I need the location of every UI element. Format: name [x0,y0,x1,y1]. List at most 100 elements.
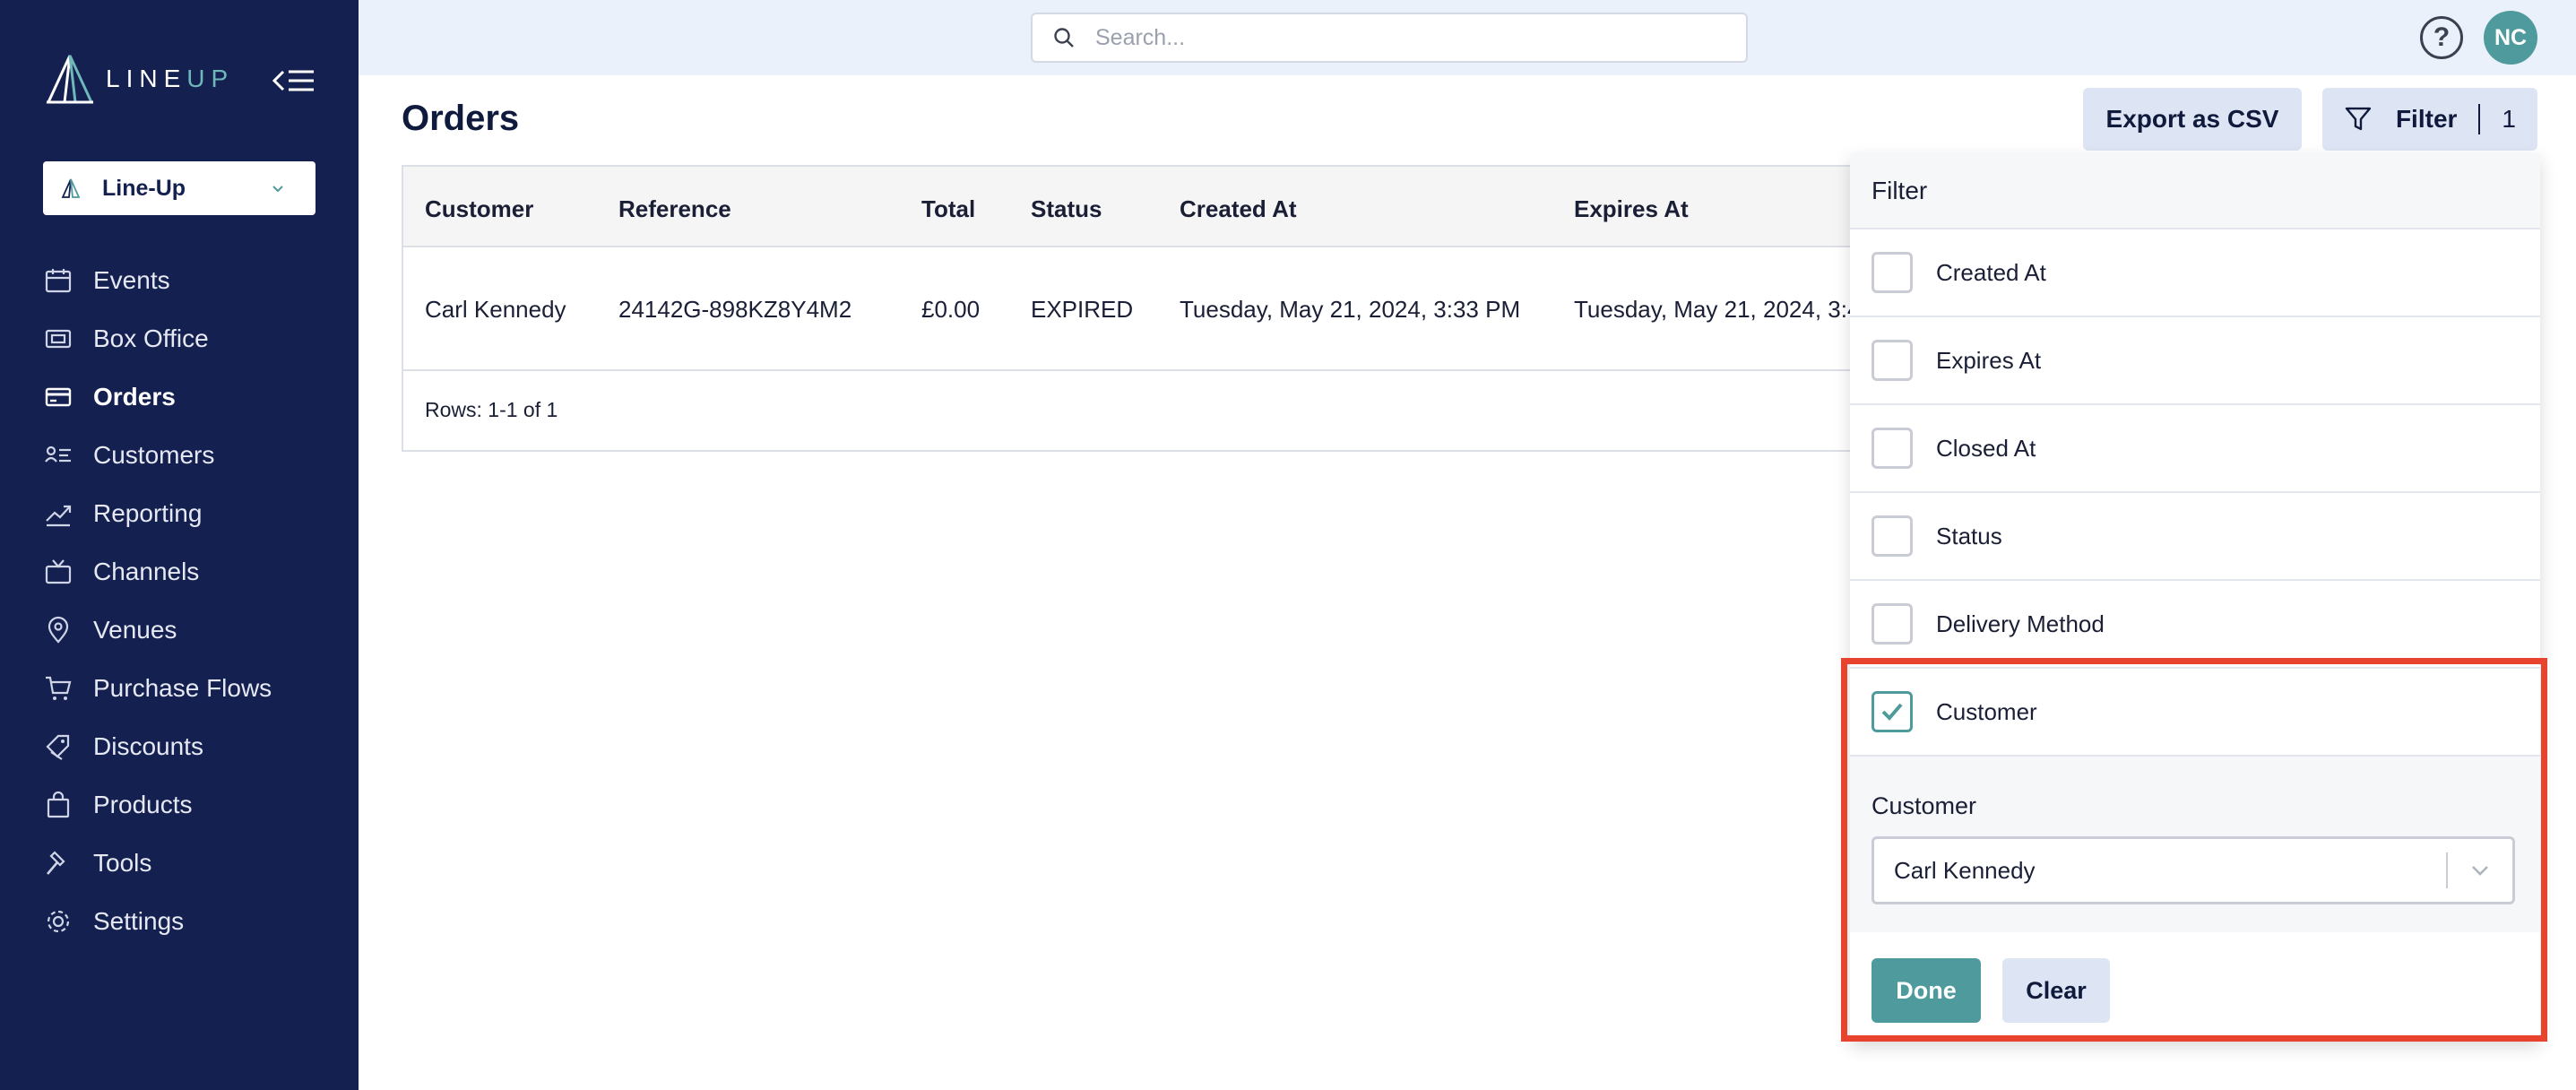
filter-option-expires-at[interactable]: Expires At [1850,317,2540,405]
filter-option-created-at[interactable]: Created At [1850,229,2540,317]
customer-select-dropdown[interactable] [2448,858,2512,883]
chevron-down-icon [272,186,283,193]
filter-option-label: Expires At [1936,346,2042,374]
help-icon[interactable]: ? [2420,16,2463,59]
sidebar-item-customers[interactable]: Customers [43,426,339,484]
gear-icon [43,906,73,937]
column-header-reference[interactable]: Reference [618,195,731,223]
filter-actions: Done Clear [1850,932,2540,1049]
filter-option-label: Customer [1936,697,2037,725]
filter-option-label: Delivery Method [1936,610,2105,637]
logo-word-up: UP [186,65,235,92]
collapse-menu-icon [272,70,314,91]
filter-button-divider [2478,104,2481,134]
filter-panel-title: Filter [1850,154,2540,229]
collapse-sidebar-button[interactable] [269,63,319,99]
sidebar-item-label: Customers [93,440,215,469]
closed-at-checkbox[interactable] [1871,428,1913,469]
sidebar-item-reporting[interactable]: Reporting [43,484,339,542]
sidebar-item-label: Purchase Flows [93,673,272,702]
sidebar-item-purchase-flows[interactable]: Purchase Flows [43,659,339,717]
sidebar-item-label: Tools [93,848,152,877]
calendar-icon [43,265,73,296]
column-header-created-at[interactable]: Created At [1180,195,1297,223]
tags-icon [43,731,73,762]
cell-created-at: Tuesday, May 21, 2024, 3:33 PM [1180,296,1521,323]
trend-chart-icon [43,498,73,529]
map-pin-icon [43,615,73,645]
delivery-method-checkbox[interactable] [1871,603,1913,644]
top-bar: ? NC [359,0,2576,75]
org-logo-icon [61,178,81,198]
sidebar-item-label: Discounts [93,731,203,760]
sidebar-item-venues[interactable]: Venues [43,601,339,659]
column-header-total[interactable]: Total [921,195,975,223]
sidebar-item-products[interactable]: Products [43,775,339,834]
column-header-expires-at[interactable]: Expires At [1574,195,1689,223]
organization-select[interactable]: Line-Up [43,161,316,215]
cell-customer: Carl Kennedy [425,296,566,323]
sidebar-item-tools[interactable]: Tools [43,834,339,892]
clear-button[interactable]: Clear [2002,958,2110,1023]
user-avatar[interactable]: NC [2484,11,2537,65]
table-row[interactable]: Carl Kennedy 24142G-898KZ8Y4M2 £0.00 EXP… [403,249,1870,371]
lineup-logo[interactable]: LINEUP [43,54,234,104]
filter-option-label: Status [1936,522,2002,549]
table-header-row: Customer Reference Total Status Created … [403,167,1870,247]
filter-panel: Filter Created At Expires At Closed At S… [1850,154,2540,1042]
sidebar-nav: Events Box Office Orders Customers Repor… [43,251,339,950]
sidebar-item-events[interactable]: Events [43,251,339,309]
created-at-checkbox[interactable] [1871,252,1913,293]
customer-field-label: Customer [1871,792,1977,819]
sidebar-item-settings[interactable]: Settings [43,892,339,950]
column-header-customer[interactable]: Customer [425,195,533,223]
sidebar-item-label: Events [93,265,170,294]
customer-filter-section: Customer Carl Kennedy [1850,757,2540,932]
filter-count-badge: 1 [2502,105,2516,133]
contacts-icon [43,440,73,471]
export-csv-button[interactable]: Export as CSV [2083,88,2302,151]
column-header-status[interactable]: Status [1031,195,1102,223]
search-input[interactable] [1095,24,1726,51]
page-title: Orders [402,99,520,138]
chevron-down-icon [2472,866,2488,876]
customer-checkbox[interactable] [1871,691,1913,732]
hammer-icon [43,848,73,878]
logo-wordmark: LINEUP [106,65,234,93]
sidebar-item-label: Orders [93,382,176,411]
filter-button[interactable]: Filter 1 [2322,88,2537,151]
sidebar-item-label: Settings [93,906,185,935]
search-icon [1054,28,1074,48]
logo-word-line: LINE [106,65,187,92]
customer-select-value: Carl Kennedy [1894,856,2036,884]
cell-reference: 24142G-898KZ8Y4M2 [618,296,852,323]
filter-option-delivery-method[interactable]: Delivery Method [1850,581,2540,669]
filter-funnel-icon [2345,107,2372,131]
customer-select[interactable]: Carl Kennedy [1871,836,2515,904]
ticket-icon [43,324,73,354]
sidebar-item-label: Products [93,790,193,818]
status-checkbox[interactable] [1871,515,1913,557]
sidebar-item-orders[interactable]: Orders [43,368,339,426]
filter-option-status[interactable]: Status [1850,493,2540,581]
tv-icon [43,557,73,587]
filter-option-closed-at[interactable]: Closed At [1850,405,2540,493]
done-button[interactable]: Done [1871,958,1981,1023]
filter-option-label: Created At [1936,258,2046,286]
cell-total: £0.00 [921,296,981,323]
filter-option-customer[interactable]: Customer [1850,669,2540,757]
search-box[interactable] [1031,13,1748,63]
sidebar-item-discounts[interactable]: Discounts [43,717,339,775]
orders-table: Customer Reference Total Status Created … [402,165,1871,452]
sidebar-item-box-office[interactable]: Box Office [43,309,339,368]
table-pagination-info: Rows: 1-1 of 1 [425,398,558,421]
shopping-bag-icon [43,790,73,820]
sidebar-item-channels[interactable]: Channels [43,542,339,601]
sidebar-item-label: Box Office [93,324,209,352]
cart-icon [43,673,73,704]
checkmark-icon [1881,703,1903,721]
expires-at-checkbox[interactable] [1871,340,1913,381]
sidebar-item-label: Reporting [93,498,203,527]
sidebar: LINEUP Line-Up Events Box Office Orders … [0,0,359,1090]
lineup-logo-icon [46,55,94,104]
